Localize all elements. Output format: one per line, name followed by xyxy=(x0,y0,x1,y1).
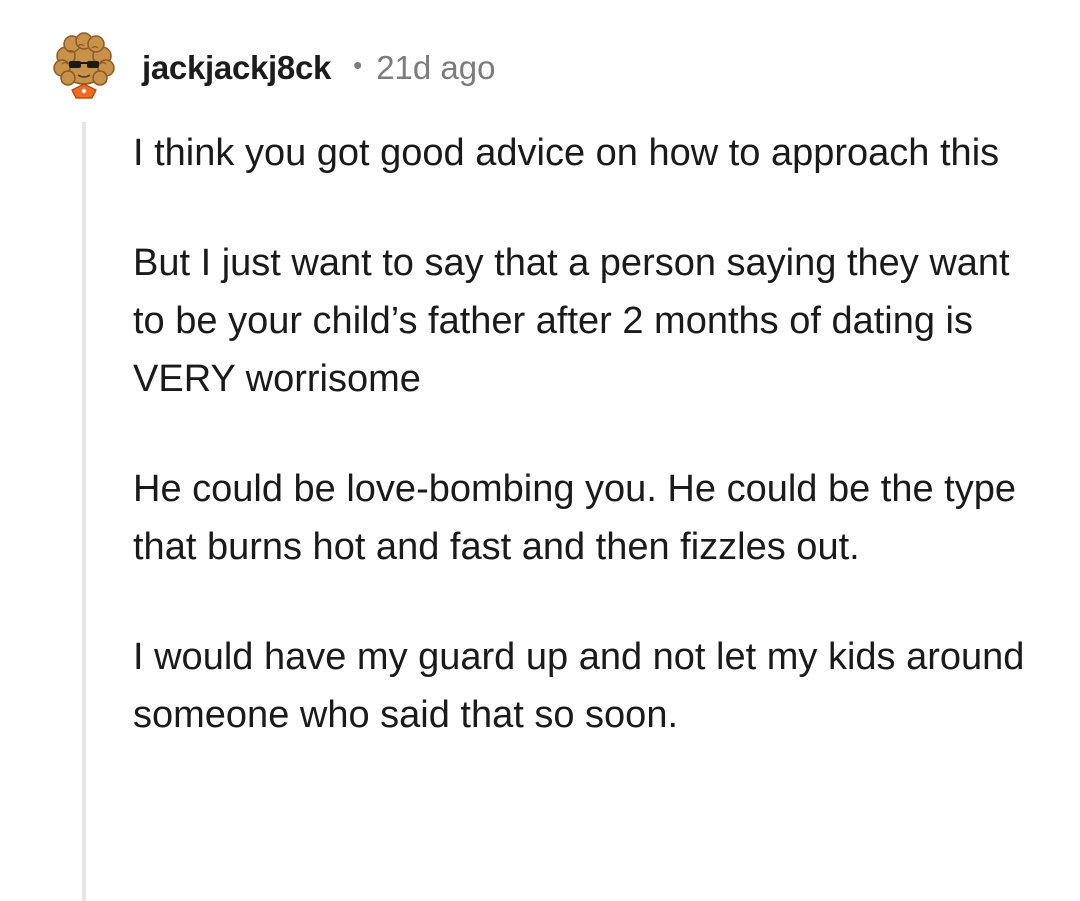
thread-line[interactable] xyxy=(82,122,86,901)
comment-header: jackjackj8ck • 21d ago xyxy=(48,32,496,104)
avatar[interactable] xyxy=(48,32,120,104)
comment-paragraph: I think you got good advice on how to ap… xyxy=(133,132,1000,174)
comment-body: I think you got good advice on how to ap… xyxy=(133,124,1043,796)
comment-paragraph: But I just want to say that a person say… xyxy=(133,242,1010,400)
comment-paragraph: I would have my guard up and not let my … xyxy=(133,636,1025,736)
comment-card: jackjackj8ck • 21d ago I think you got g… xyxy=(0,0,1080,901)
comment-paragraph: He could be love-bombing you. He could b… xyxy=(133,468,1016,568)
comment-timestamp[interactable]: 21d ago xyxy=(376,49,495,87)
author-username[interactable]: jackjackj8ck xyxy=(142,49,331,87)
meta-separator: • xyxy=(353,49,363,80)
